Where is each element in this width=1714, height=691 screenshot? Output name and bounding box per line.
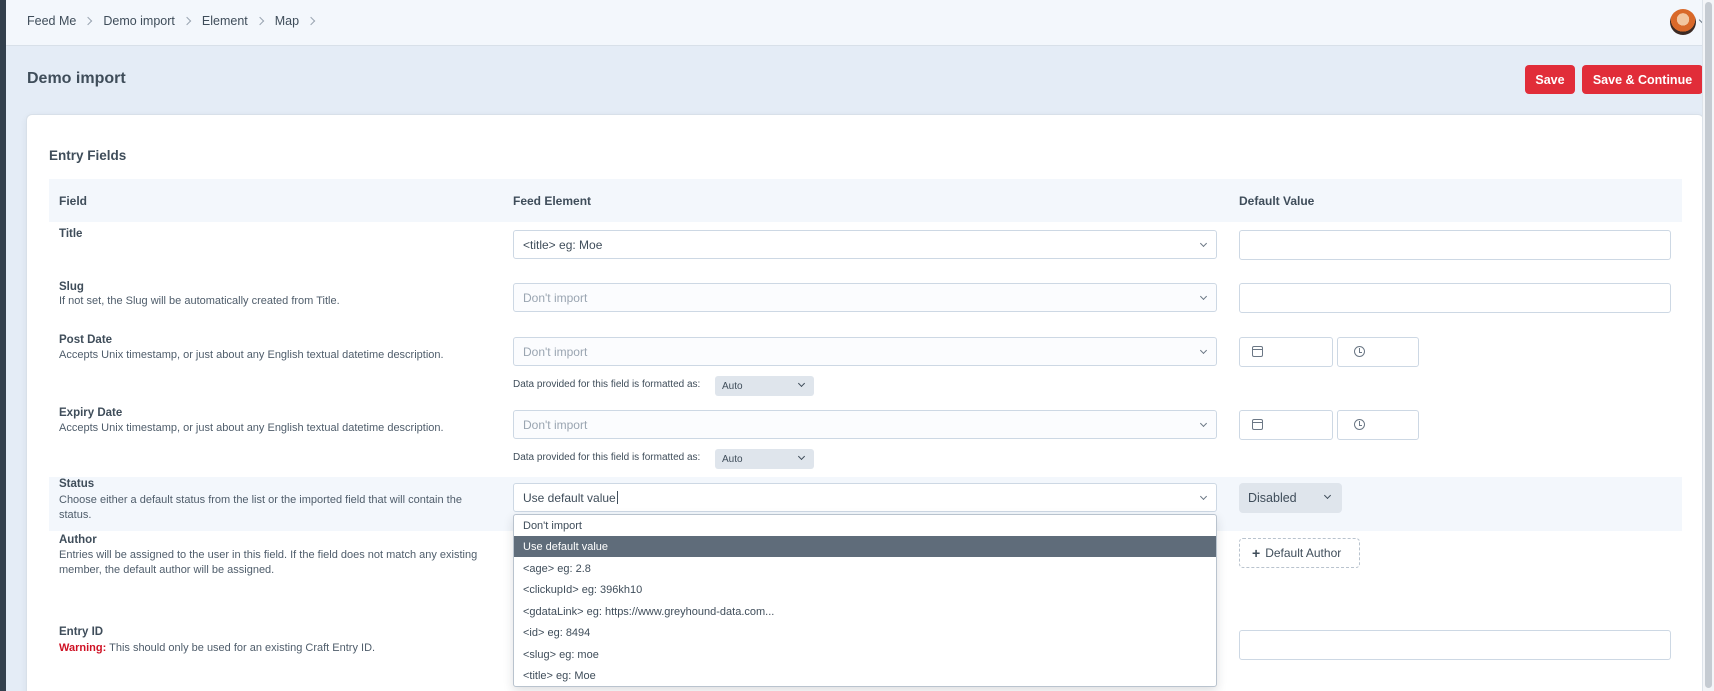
- field-desc-post-date: Accepts Unix timestamp, or just about an…: [59, 349, 444, 361]
- dropdown-option-clickupid[interactable]: <clickupId> eg: 396kh10: [514, 579, 1216, 600]
- title-default-input[interactable]: [1239, 230, 1671, 260]
- left-edge: [0, 0, 6, 691]
- expiry-date-date-input[interactable]: [1239, 410, 1333, 440]
- field-desc-expiry-date: Accepts Unix timestamp, or just about an…: [59, 422, 444, 434]
- dropdown-option-dont-import[interactable]: Don't import: [514, 515, 1216, 536]
- select-value: Don't import: [523, 344, 588, 359]
- select-value: Don't import: [523, 290, 588, 305]
- status-dropdown-menu: Don't import Use default value <age> eg:…: [513, 514, 1217, 687]
- select-value: Disabled: [1248, 491, 1297, 505]
- chevron-right-icon: [255, 16, 264, 26]
- default-author-button[interactable]: + Default Author: [1239, 538, 1360, 568]
- select-value: Auto: [722, 380, 743, 392]
- select-value: Auto: [722, 453, 743, 465]
- dropdown-option-id[interactable]: <id> eg: 8494: [514, 622, 1216, 643]
- chevron-down-icon: [1199, 292, 1208, 301]
- dropdown-option-gdatalink[interactable]: <gdataLink> eg: https://www.greyhound-da…: [514, 601, 1216, 622]
- field-label-expiry-date: Expiry Date: [59, 407, 123, 419]
- user-avatar[interactable]: [1670, 9, 1696, 35]
- field-desc-slug: If not set, the Slug will be automatical…: [59, 295, 340, 307]
- field-label-post-date: Post Date: [59, 334, 113, 346]
- post-date-time-input[interactable]: [1337, 337, 1419, 367]
- dropdown-option-slug[interactable]: <slug> eg: moe: [514, 644, 1216, 665]
- chevron-down-icon: [1199, 419, 1208, 428]
- post-date-format-label: Data provided for this field is formatte…: [513, 379, 701, 390]
- expiry-date-time-input[interactable]: [1337, 410, 1419, 440]
- field-label-entry-id: Entry ID: [59, 626, 104, 638]
- calendar-icon: [1252, 346, 1263, 357]
- slug-feed-select[interactable]: Don't import: [513, 283, 1217, 312]
- status-feed-select[interactable]: Use default value: [513, 483, 1217, 512]
- select-value: Use default value: [523, 490, 616, 505]
- page-title: Demo import: [27, 70, 126, 87]
- entry-id-desc: This should only be used for an existing…: [106, 642, 376, 654]
- text-cursor: [616, 491, 618, 504]
- breadcrumb-element[interactable]: Element: [202, 14, 248, 28]
- clock-icon: [1354, 346, 1365, 357]
- chevron-right-icon: [84, 16, 93, 26]
- breadcrumb: Feed Me Demo import Element Map: [27, 14, 326, 28]
- slug-default-input[interactable]: [1239, 283, 1671, 313]
- chevron-down-icon: [1323, 491, 1332, 500]
- dropdown-option-use-default-value[interactable]: Use default value: [514, 536, 1216, 557]
- field-label-status: Status: [59, 478, 95, 490]
- vertical-scrollbar[interactable]: [1702, 0, 1714, 691]
- plus-icon: +: [1252, 545, 1261, 561]
- default-author-label: Default Author: [1265, 546, 1342, 560]
- chevron-down-icon: [797, 379, 806, 388]
- select-value: Don't import: [523, 417, 588, 432]
- warning-label: Warning:: [59, 642, 107, 654]
- title-feed-select[interactable]: <title> eg: Moe: [513, 230, 1217, 259]
- header-feed-element: Feed Element: [513, 194, 592, 208]
- post-date-date-input[interactable]: [1239, 337, 1333, 367]
- clock-icon: [1354, 419, 1365, 430]
- chevron-down-icon: [1199, 239, 1208, 248]
- chevron-down-icon: [1199, 346, 1208, 355]
- field-label-title: Title: [59, 228, 83, 240]
- field-label-slug: Slug: [59, 281, 84, 293]
- chevron-down-icon: [797, 452, 806, 461]
- save-continue-button[interactable]: Save & Continue: [1582, 65, 1703, 94]
- expiry-date-format-label: Data provided for this field is formatte…: [513, 452, 701, 463]
- expiry-date-format-select[interactable]: Auto: [715, 449, 814, 469]
- breadcrumb-map[interactable]: Map: [275, 14, 299, 28]
- post-date-format-select[interactable]: Auto: [715, 376, 814, 396]
- field-desc-status: Choose either a default status from the …: [59, 494, 462, 521]
- dropdown-option-age[interactable]: <age> eg: 2.8: [514, 558, 1216, 579]
- breadcrumb-demo-import[interactable]: Demo import: [103, 14, 175, 28]
- top-bar: Feed Me Demo import Element Map: [6, 0, 1708, 46]
- chevron-right-icon: [182, 16, 192, 26]
- header-default-value: Default Value: [1239, 194, 1315, 208]
- section-title: Entry Fields: [49, 148, 127, 163]
- field-label-author: Author: [59, 534, 97, 546]
- post-date-feed-select[interactable]: Don't import: [513, 337, 1217, 366]
- entry-id-default-input[interactable]: [1239, 630, 1671, 660]
- select-value: <title> eg: Moe: [523, 237, 603, 252]
- header-field: Field: [59, 194, 88, 208]
- expiry-date-feed-select[interactable]: Don't import: [513, 410, 1217, 439]
- calendar-icon: [1252, 419, 1263, 430]
- field-desc-entry-id: Warning: This should only be used for an…: [59, 641, 489, 656]
- save-button[interactable]: Save: [1525, 65, 1575, 94]
- status-default-select[interactable]: Disabled: [1239, 483, 1342, 513]
- field-desc-author: Entries will be assigned to the user in …: [59, 549, 478, 576]
- scrollbar-thumb[interactable]: [1705, 2, 1712, 688]
- table-header: Field Feed Element Default Value: [49, 179, 1682, 222]
- breadcrumb-feed-me[interactable]: Feed Me: [27, 14, 76, 28]
- chevron-right-icon: [306, 16, 316, 26]
- chevron-down-icon: [1199, 492, 1208, 501]
- dropdown-option-title[interactable]: <title> eg: Moe: [514, 665, 1216, 686]
